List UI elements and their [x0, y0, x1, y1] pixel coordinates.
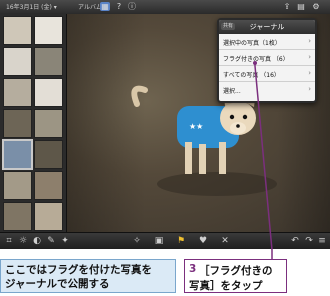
step-callout: 3 ［フラグ付きの 写真］をタップ: [184, 259, 287, 293]
callout-line: [253, 61, 273, 259]
step-text-line-2: 写真］をタップ: [189, 280, 263, 292]
description-line-1: ここではフラグを付けた写真を: [5, 264, 152, 276]
step-number: 3: [189, 263, 197, 275]
step-text-line-1: ［フラグ付きの: [199, 265, 273, 277]
description-line-2: ジャーナルで公開する: [5, 278, 110, 290]
description-box: ここではフラグを付けた写真を ジャーナルで公開する: [0, 259, 176, 293]
